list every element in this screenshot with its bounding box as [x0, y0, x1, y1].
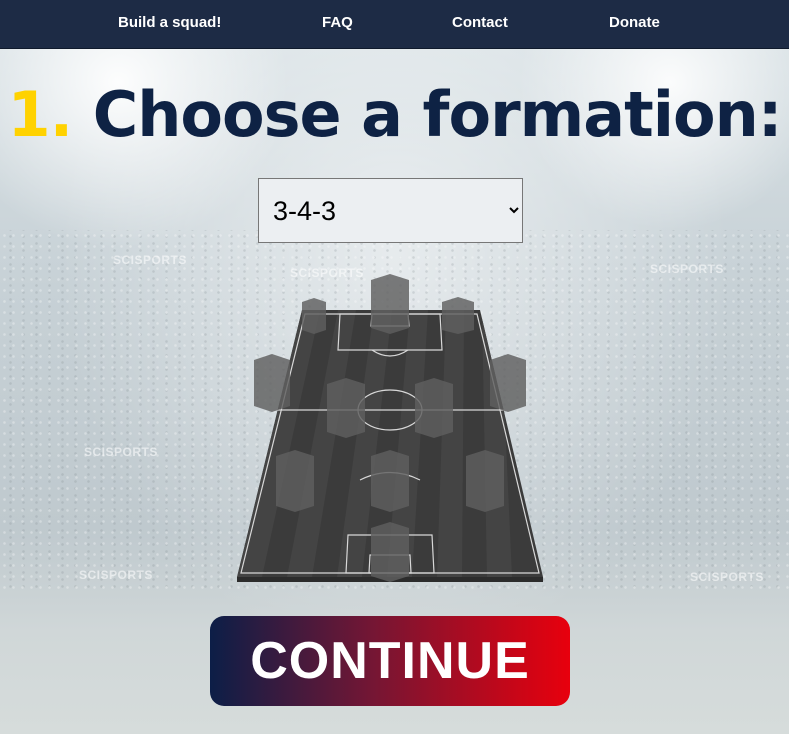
- player-slot: [490, 354, 526, 412]
- step-number: 1.: [7, 78, 73, 151]
- watermark: SCISPORTS: [650, 262, 724, 276]
- player-slot: [302, 298, 326, 334]
- player-slot: [442, 297, 474, 334]
- player-slot: [415, 378, 453, 438]
- pitch-graphic: [237, 274, 543, 582]
- formation-pitch: [230, 270, 560, 590]
- nav-faq[interactable]: FAQ: [322, 0, 353, 46]
- player-slot: [371, 522, 409, 582]
- continue-button[interactable]: CONTINUE: [210, 616, 570, 706]
- nav-donate[interactable]: Donate: [609, 0, 660, 46]
- player-slot: [254, 354, 290, 412]
- top-navigation: Build a squad! FAQ Contact Donate: [0, 0, 789, 49]
- nav-contact[interactable]: Contact: [452, 0, 508, 46]
- watermark: SCISPORTS: [79, 568, 153, 582]
- page-title: 1. Choose a formation:: [0, 73, 789, 157]
- formation-select-wrapper: 3-4-3: [258, 178, 523, 243]
- player-slot: [327, 378, 365, 438]
- watermark: SCISPORTS: [84, 445, 158, 459]
- watermark: SCISPORTS: [690, 570, 764, 584]
- player-slot: [466, 450, 504, 512]
- formation-select[interactable]: 3-4-3: [258, 178, 523, 243]
- nav-build-a-squad[interactable]: Build a squad!: [118, 0, 221, 46]
- title-text: Choose a formation:: [92, 78, 783, 151]
- watermark: SCISPORTS: [113, 253, 187, 267]
- player-slot: [371, 274, 409, 334]
- player-slot: [371, 450, 409, 512]
- player-slot: [276, 450, 314, 512]
